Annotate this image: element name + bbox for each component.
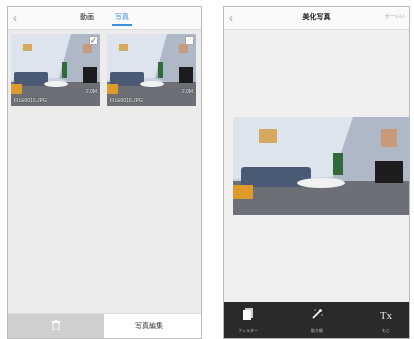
tool-label: フィルター bbox=[238, 328, 258, 333]
photo-thumbnail[interactable]: ✓ 2.0M FILE0015.JPG bbox=[11, 34, 100, 106]
photo-thumbnail[interactable]: 2.0M FILE0016.JPG bbox=[107, 34, 196, 106]
file-size: 2.0M bbox=[85, 89, 97, 95]
filter-button[interactable]: フィルター bbox=[228, 308, 268, 334]
tool-label: 貼り紙 bbox=[311, 328, 323, 333]
bottom-bar: 写真編集 bbox=[8, 313, 201, 338]
file-name: FILE0015.JPG bbox=[14, 98, 47, 104]
page-title: 美化写真 bbox=[302, 14, 331, 21]
left-phone-screen: ‹ 動画 写真 ✓ 2.0M FILE0015.JPG 2.0M FILE001… bbox=[7, 6, 202, 339]
tab-video[interactable]: 動画 bbox=[80, 12, 94, 22]
top-bar: ‹ 動画 写真 bbox=[8, 7, 201, 30]
tool-label: もじ bbox=[382, 328, 390, 333]
text-button[interactable]: Tx もじ bbox=[366, 308, 406, 334]
selected-checkbox[interactable]: ✓ bbox=[89, 36, 98, 45]
file-size: 2.0M bbox=[181, 89, 193, 95]
tab-photo[interactable]: 写真 bbox=[112, 12, 132, 26]
unselected-checkbox[interactable] bbox=[185, 36, 194, 45]
back-chevron-icon[interactable]: ‹ bbox=[13, 10, 23, 26]
text-icon: Tx bbox=[379, 310, 393, 322]
edit-toolbar: フィルター 貼り紙 Tx もじ bbox=[224, 302, 409, 338]
filter-icon bbox=[228, 308, 268, 324]
trash-icon bbox=[52, 320, 60, 330]
sticker-button[interactable]: 貼り紙 bbox=[297, 308, 337, 334]
sticker-wand-icon bbox=[297, 308, 337, 324]
top-bar: ‹ 美化写真 かーいい bbox=[224, 7, 409, 30]
file-name: FILE0016.JPG bbox=[110, 98, 143, 104]
cancel-button[interactable]: かーいい bbox=[385, 13, 405, 20]
right-phone-screen: ‹ 美化写真 かーいい フィルター 貼り紙 Tx もじ bbox=[223, 6, 410, 339]
edit-photo-button[interactable]: 写真編集 bbox=[135, 321, 163, 331]
photo-preview bbox=[233, 117, 409, 215]
delete-button[interactable] bbox=[8, 314, 104, 338]
